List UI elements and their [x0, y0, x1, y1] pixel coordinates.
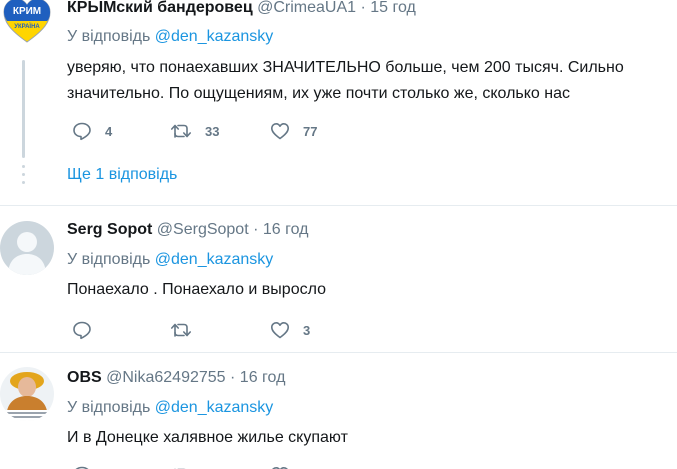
retweet-icon [174, 468, 186, 469]
tweet-header: OBS @Nika62492755 · 16 год [67, 368, 285, 388]
reply-prefix: У відповідь [67, 28, 151, 45]
tweet-text-line: Понаехало . Понаехало и выросло [67, 281, 326, 298]
like-count: 3 [303, 322, 311, 338]
timestamp[interactable]: 15 год [370, 0, 416, 16]
separator-dot: · [360, 0, 366, 16]
retweet-button[interactable] [170, 465, 192, 469]
avatar[interactable] [0, 367, 54, 421]
tweet-item[interactable]: OBS @Nika62492755 · 16 год У відповідь @… [0, 353, 677, 469]
reply-context: У відповідь @den_kazansky [67, 250, 273, 270]
reply-context: У відповідь @den_kazansky [67, 27, 273, 47]
tweet-header: КРЫМский бандеровец @CrimeaUA1 · 15 год [67, 0, 416, 18]
tweet-actions: 4 33 77 [72, 121, 492, 141]
username[interactable]: @SergSopot [157, 221, 249, 238]
like-button[interactable]: 3 [270, 320, 310, 340]
retweet-button[interactable]: 33 [170, 121, 219, 141]
display-name[interactable]: КРЫМский бандеровец [67, 0, 253, 16]
reply-button[interactable] [72, 320, 105, 340]
display-name[interactable]: Serg Sopot [67, 221, 152, 238]
timestamp[interactable]: 16 год [263, 221, 309, 238]
mention-link[interactable]: @den_kazansky [155, 28, 274, 45]
like-button[interactable] [270, 465, 290, 469]
tweet-text: уверяю, что понаехавших ЗНАЧИТЕЛЬНО боль… [67, 55, 667, 107]
tweet-text-line: И в Донецке халявное жилье скупают [67, 429, 348, 446]
like-button[interactable]: 77 [270, 121, 317, 141]
tweet-text: Понаехало . Понаехало и выросло [67, 277, 667, 303]
reply-prefix: У відповідь [67, 399, 151, 416]
thread-line [22, 60, 25, 158]
default-avatar-icon [0, 221, 54, 275]
retweet-icon [171, 124, 191, 138]
crimea-heart-logo-icon: КРИМ УКРАЇНА [0, 0, 54, 48]
heart-icon [272, 467, 288, 469]
thread-dots [22, 165, 25, 189]
display-name[interactable]: OBS [67, 369, 102, 386]
reply-count: 4 [105, 123, 113, 139]
reply-button[interactable] [72, 465, 92, 469]
mention-link[interactable]: @den_kazansky [155, 251, 274, 268]
tweet-actions [72, 465, 492, 469]
tweet-text-line: значительно. По ощущениям, их уже почти … [67, 85, 571, 102]
show-more-replies-link[interactable]: Ще 1 відповідь [67, 166, 177, 184]
separator-dot: · [253, 221, 259, 238]
reply-icon [73, 122, 91, 141]
separator-dot: · [230, 369, 236, 386]
avatar-logo-subtext: УКРАЇНА [14, 23, 40, 30]
retweet-icon [171, 323, 191, 337]
tweet-text-line: уверяю, что понаехавших ЗНАЧИТЕЛЬНО боль… [67, 59, 624, 76]
retweet-button[interactable] [170, 320, 205, 340]
reply-prefix: У відповідь [67, 251, 151, 268]
avatar[interactable]: КРИМ УКРАЇНА [0, 0, 54, 48]
like-count: 77 [303, 123, 318, 139]
avatar[interactable] [0, 221, 54, 275]
mention-link[interactable]: @den_kazansky [155, 399, 274, 416]
tweet-header: Serg Sopot @SergSopot · 16 год [67, 220, 309, 240]
tweet-item[interactable]: Serg Sopot @SergSopot · 16 год У відпові… [0, 206, 677, 352]
heart-icon [271, 322, 289, 339]
timestamp[interactable]: 16 год [240, 369, 286, 386]
username[interactable]: @CrimeaUA1 [257, 0, 356, 16]
tweet-text: И в Донецке халявное жилье скупают [67, 425, 667, 451]
tweet-item[interactable]: КРИМ УКРАЇНА КРЫМский бандеровец @Crimea… [0, 0, 677, 205]
tweet-actions: 3 [72, 320, 492, 340]
reply-context: У відповідь @den_kazansky [67, 398, 273, 418]
avatar-logo-text: КРИМ [13, 6, 41, 17]
reply-icon [73, 321, 91, 340]
reply-icon [75, 466, 89, 469]
heart-icon [271, 123, 289, 140]
username[interactable]: @Nika62492755 [106, 369, 225, 386]
reply-button[interactable]: 4 [72, 121, 112, 141]
retweet-count: 33 [205, 123, 220, 139]
user-photo-icon [0, 367, 54, 421]
